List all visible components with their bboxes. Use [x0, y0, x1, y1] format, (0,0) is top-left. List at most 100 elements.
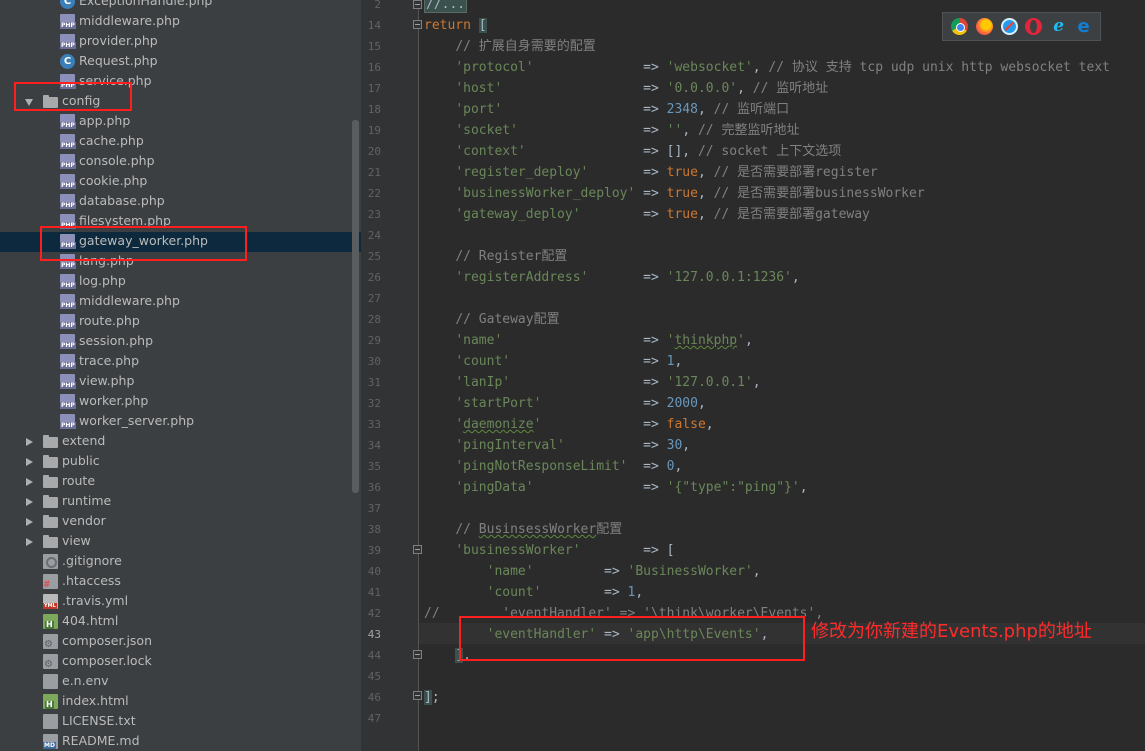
tree-file-item[interactable]: composer.json: [0, 632, 361, 652]
git-file-icon: [43, 554, 58, 569]
line-number: 29: [367, 334, 381, 347]
code-line-33: 'daemonize' => false,: [455, 417, 714, 432]
tree-item-label: extend: [62, 433, 106, 448]
tree-item-label: LICENSE.txt: [62, 713, 136, 728]
tree-item-label: view: [62, 533, 91, 548]
line-number: 2: [374, 0, 381, 11]
line-number: 22: [367, 187, 381, 200]
safari-icon[interactable]: [1000, 18, 1018, 35]
tree-file-item[interactable]: trace.php: [0, 352, 361, 372]
tree-file-item[interactable]: middleware.php: [0, 292, 361, 312]
code-line-19: 'socket' => '', // 完整监听地址: [455, 123, 800, 138]
tree-file-item[interactable]: app.php: [0, 112, 361, 132]
tree-item-label: README.md: [62, 733, 140, 748]
php-file-icon: [60, 414, 76, 429]
tree-folder-item[interactable]: vendor: [0, 512, 361, 532]
tree-file-item[interactable]: console.php: [0, 152, 361, 172]
folder-icon: [43, 475, 58, 488]
tree-file-item[interactable]: README.md: [0, 732, 361, 751]
tree-file-item[interactable]: cookie.php: [0, 172, 361, 192]
tree-file-item[interactable]: Request.php: [0, 52, 361, 72]
code-line-34: 'pingInterval' => 30,: [455, 438, 691, 453]
chevron-right-icon[interactable]: [24, 452, 34, 472]
tree-file-item[interactable]: view.php: [0, 372, 361, 392]
tree-item-label: composer.lock: [62, 653, 152, 668]
php-file-icon: [60, 294, 76, 309]
md-file-icon: [43, 734, 58, 749]
fold-toggle-icon[interactable]: [413, 20, 422, 29]
tree-file-item[interactable]: composer.lock: [0, 652, 361, 672]
tree-item-label: log.php: [79, 273, 126, 288]
php-file-icon: [60, 154, 76, 169]
tree-file-item[interactable]: e.n.env: [0, 672, 361, 692]
line-number: 31: [367, 376, 381, 389]
tree-item-label: session.php: [79, 333, 154, 348]
code-line-20: 'context' => [], // socket 上下文选项: [455, 144, 842, 159]
code-line-30: 'count' => 1,: [455, 354, 683, 369]
env-file-icon: [43, 674, 58, 689]
tree-file-item[interactable]: index.html: [0, 692, 361, 712]
tree-file-item[interactable]: worker.php: [0, 392, 361, 412]
code-line-18: 'port' => 2348, // 监听端口: [455, 102, 790, 117]
htaccess-file-icon: [43, 574, 58, 590]
tree-file-item[interactable]: worker_server.php: [0, 412, 361, 432]
tree-folder-item[interactable]: extend: [0, 432, 361, 452]
chevron-right-icon[interactable]: [24, 512, 34, 532]
chevron-right-icon[interactable]: [24, 432, 34, 452]
tree-file-item[interactable]: database.php: [0, 192, 361, 212]
tree-folder-item[interactable]: route: [0, 472, 361, 492]
tree-file-item[interactable]: provider.php: [0, 32, 361, 52]
tree-file-item[interactable]: 404.html: [0, 612, 361, 632]
opera-icon[interactable]: [1025, 18, 1043, 35]
line-number: 42: [367, 607, 381, 620]
code-line-23: 'gateway_deploy' => true, // 是否需要部署gatew…: [455, 207, 870, 222]
tree-file-item[interactable]: LICENSE.txt: [0, 712, 361, 732]
tree-item-label: view.php: [79, 373, 135, 388]
tree-file-item[interactable]: .travis.yml: [0, 592, 361, 612]
tree-file-item[interactable]: ExceptionHandle.php: [0, 0, 361, 12]
tree-file-item[interactable]: cache.php: [0, 132, 361, 152]
tree-item-label: e.n.env: [62, 673, 109, 688]
line-number: 25: [367, 250, 381, 263]
line-number: 37: [367, 502, 381, 515]
php-file-icon: [60, 354, 76, 369]
tree-folder-item[interactable]: runtime: [0, 492, 361, 512]
fold-toggle-icon[interactable]: [413, 650, 422, 659]
line-number: 44: [367, 649, 381, 662]
tree-file-item[interactable]: .gitignore: [0, 552, 361, 572]
tree-file-item[interactable]: session.php: [0, 332, 361, 352]
chevron-right-icon[interactable]: [24, 472, 34, 492]
line-number: 24: [367, 229, 381, 242]
firefox-icon[interactable]: [975, 18, 993, 35]
tree-file-item[interactable]: middleware.php: [0, 12, 361, 32]
code-line-35: 'pingNotResponseLimit' => 0,: [455, 459, 683, 474]
chevron-right-icon[interactable]: [24, 532, 34, 552]
php-file-icon: [60, 134, 76, 149]
code-line-32: 'startPort' => 2000,: [455, 396, 706, 411]
code-line-22: 'businessWorker_deploy' => true, // 是否需要…: [455, 186, 925, 201]
line-number: 36: [367, 481, 381, 494]
tree-folder-item[interactable]: view: [0, 532, 361, 552]
fold-toggle-icon[interactable]: [413, 545, 422, 554]
php-file-icon: [60, 274, 76, 289]
chrome-icon[interactable]: [950, 18, 968, 35]
edge-icon[interactable]: e: [1075, 18, 1092, 36]
tree-item-label: app.php: [79, 113, 131, 128]
code-line-46: ];: [424, 690, 440, 705]
line-number: 45: [367, 670, 381, 683]
code-line-29: 'name' => 'thinkphp',: [455, 333, 753, 348]
line-number: 26: [367, 271, 381, 284]
code-line-26: 'registerAddress' => '127.0.0.1:1236',: [455, 270, 800, 285]
tree-file-item[interactable]: log.php: [0, 272, 361, 292]
tree-scrollbar[interactable]: [352, 120, 359, 493]
ie-icon[interactable]: e: [1050, 18, 1067, 35]
tree-folder-item[interactable]: public: [0, 452, 361, 472]
fold-toggle-icon[interactable]: [413, 691, 422, 700]
chevron-right-icon[interactable]: [24, 492, 34, 512]
line-number: 43: [367, 628, 381, 641]
tree-file-item[interactable]: route.php: [0, 312, 361, 332]
tree-item-label: worker_server.php: [79, 413, 195, 428]
highlight-box-event-handler-line: [459, 616, 805, 661]
tree-file-item[interactable]: .htaccess: [0, 572, 361, 592]
fold-toggle-icon[interactable]: [413, 0, 422, 9]
